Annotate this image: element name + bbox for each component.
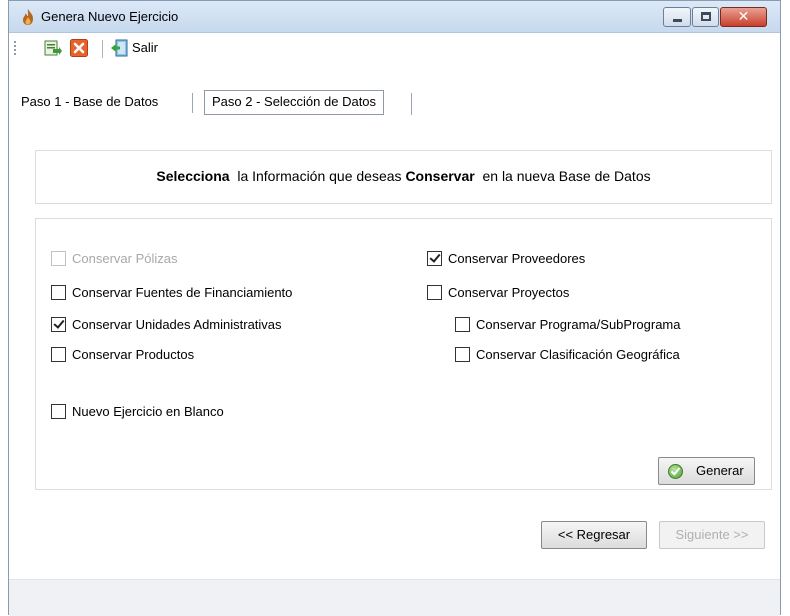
banner-text-2: en la nueva Base de Datos [482,168,651,184]
option-conservar-unidades[interactable]: Conservar Unidades Administrativas [51,317,282,335]
option-conservar-polizas: Conservar Pólizas [51,251,178,269]
instruction-banner: Selecciona la Información que deseas Con… [35,150,772,204]
maximize-icon [701,12,711,21]
tab-base-de-datos[interactable]: Paso 1 - Base de Datos [21,89,164,117]
checkbox-programa[interactable] [455,317,470,333]
siguiente-button: Siguiente >> [659,521,765,549]
checkbox-unidades[interactable] [51,317,66,333]
app-flame-icon [23,9,33,25]
maximize-button[interactable] [692,7,719,27]
close-button[interactable]: ✕ [720,7,767,27]
tab-strip: Paso 1 - Base de Datos Paso 2 - Selecció… [9,89,780,119]
checkbox-nuevo-blanco[interactable] [51,404,66,420]
label-proyectos[interactable]: Conservar Proyectos [448,285,569,300]
checkbox-clasificacion[interactable] [455,347,470,363]
label-productos[interactable]: Conservar Productos [72,347,194,362]
option-conservar-clasificacion[interactable]: Conservar Clasificación Geográfica [455,347,680,365]
tab-divider [411,93,412,115]
banner-bold-selecciona: Selecciona [156,168,230,184]
checkbox-productos[interactable] [51,347,66,363]
banner-text-1: la Información que deseas [237,168,402,184]
generar-label: Generar [696,463,744,478]
toolbar-grip[interactable] [14,41,16,57]
option-nuevo-ejercicio-blanco[interactable]: Nuevo Ejercicio en Blanco [51,404,224,422]
toolbar: Salir [9,34,780,62]
status-bar [9,579,780,616]
label-clasificacion[interactable]: Conservar Clasificación Geográfica [476,347,680,362]
window-title: Genera Nuevo Ejercicio [41,9,179,24]
checkbox-proyectos[interactable] [427,285,442,301]
tab-seleccion-de-datos[interactable]: Paso 2 - Selección de Datos [204,90,385,115]
checkbox-polizas [51,251,66,267]
cancel-x-icon[interactable] [70,39,88,57]
option-conservar-fuentes[interactable]: Conservar Fuentes de Financiamiento [51,285,292,303]
exit-door-icon[interactable] [110,39,128,57]
option-conservar-productos[interactable]: Conservar Productos [51,347,194,365]
checkbox-fuentes[interactable] [51,285,66,301]
option-conservar-proyectos[interactable]: Conservar Proyectos [427,285,569,303]
option-conservar-proveedores[interactable]: Conservar Proveedores [427,251,585,269]
option-conservar-programa[interactable]: Conservar Programa/SubPrograma [455,317,680,335]
close-icon: ✕ [737,9,750,25]
label-nuevo-blanco[interactable]: Nuevo Ejercicio en Blanco [72,404,224,419]
toolbar-separator [102,40,103,58]
export-icon[interactable] [44,39,62,57]
options-group: Conservar Pólizas Conservar Fuentes de F… [35,218,772,490]
label-fuentes[interactable]: Conservar Fuentes de Financiamiento [72,285,292,300]
tab-divider [192,93,193,113]
main-window: Genera Nuevo Ejercicio ✕ Salir Paso 1 - … [8,0,781,616]
regresar-button[interactable]: << Regresar [541,521,647,549]
checkbox-proveedores[interactable] [427,251,442,267]
label-polizas: Conservar Pólizas [72,251,178,266]
minimize-icon [673,19,682,22]
label-unidades[interactable]: Conservar Unidades Administrativas [72,317,282,332]
title-bar[interactable]: Genera Nuevo Ejercicio ✕ [9,1,780,33]
exit-label[interactable]: Salir [132,40,158,55]
label-programa[interactable]: Conservar Programa/SubPrograma [476,317,680,332]
label-proveedores[interactable]: Conservar Proveedores [448,251,585,266]
banner-bold-conservar: Conservar [405,168,475,184]
check-circle-icon [668,464,683,479]
minimize-button[interactable] [663,7,691,27]
generar-button[interactable]: Generar [658,457,755,485]
